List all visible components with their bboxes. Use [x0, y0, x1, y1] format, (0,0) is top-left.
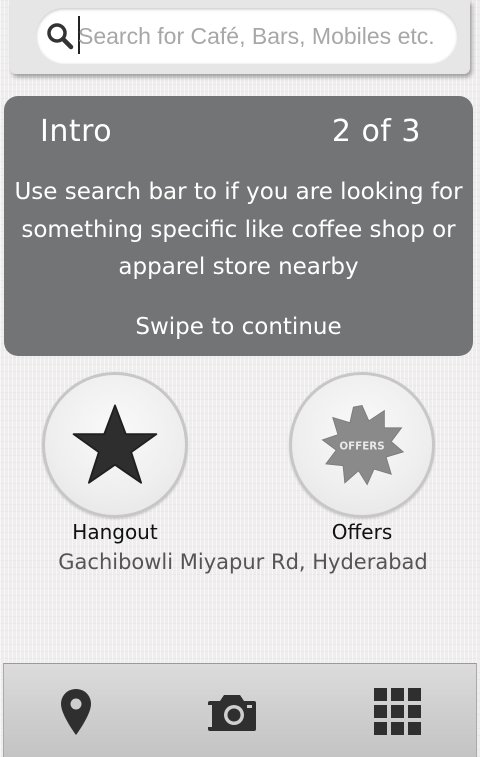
current-location: Gachibowli Miyapur Rd, Hyderabad [58, 550, 428, 574]
swipe-hint: Swipe to continue [135, 314, 342, 340]
intro-step-counter: 2 of 3 [331, 114, 421, 149]
hangout-label: Hangout [72, 520, 158, 544]
nav-menu-button[interactable] [363, 682, 433, 742]
offers-badge-text: OFFERS [339, 440, 384, 452]
search-box[interactable] [36, 8, 458, 64]
bottom-nav-bar [3, 663, 477, 757]
star-icon [72, 404, 158, 484]
camera-icon [208, 695, 256, 731]
intro-title: Intro [40, 114, 113, 149]
search-bar [10, 0, 470, 74]
offers-button[interactable]: OFFERS [289, 372, 435, 518]
offers-badge-icon: OFFERS [321, 404, 405, 486]
intro-description: Use search bar to if you are looking for… [14, 179, 463, 280]
search-input[interactable] [78, 14, 448, 58]
search-icon[interactable] [46, 22, 74, 50]
location-pin-icon [61, 689, 91, 735]
offers-label: Offers [331, 520, 393, 544]
hangout-button[interactable] [42, 372, 188, 518]
nav-camera-button[interactable] [197, 682, 267, 742]
grid-menu-icon [374, 688, 421, 735]
nav-location-button[interactable] [41, 682, 111, 742]
intro-overlay[interactable]: Intro 2 of 3 Use search bar to if you ar… [4, 96, 473, 356]
